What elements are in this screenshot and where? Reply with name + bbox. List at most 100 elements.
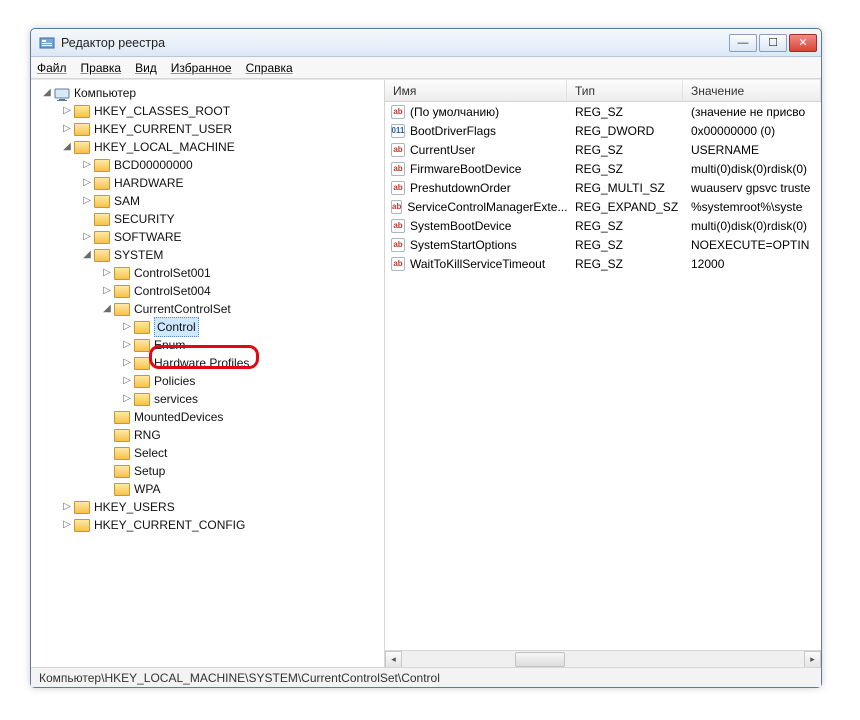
- value-list-pane: Имя Тип Значение ab(По умолчанию)REG_SZ(…: [385, 80, 821, 667]
- scroll-left-button[interactable]: ◂: [385, 651, 402, 667]
- tree-select[interactable]: ▷Select: [33, 444, 382, 462]
- value-row[interactable]: ab WaitToKillServiceTimeout REG_SZ12000: [385, 254, 821, 273]
- value-row[interactable]: abServiceControlManagerExte...REG_EXPAND…: [385, 197, 821, 216]
- tree-security[interactable]: ▷SECURITY: [33, 210, 382, 228]
- value-row[interactable]: abSystemBootDeviceREG_SZmulti(0)disk(0)r…: [385, 216, 821, 235]
- column-headers[interactable]: Имя Тип Значение: [385, 80, 821, 102]
- tree-enum[interactable]: ▷Enum: [33, 336, 382, 354]
- minimize-button[interactable]: —: [729, 34, 757, 52]
- value-data: %systemroot%\syste: [683, 200, 821, 214]
- tree-root[interactable]: ◢ Компьютер: [33, 84, 382, 102]
- tree-hklm[interactable]: ◢HKEY_LOCAL_MACHINE: [33, 138, 382, 156]
- horizontal-scrollbar[interactable]: ◂ ▸: [385, 650, 821, 667]
- tree-rng[interactable]: ▷RNG: [33, 426, 382, 444]
- value-data: (значение не присво: [683, 105, 821, 119]
- registry-editor-window: Редактор реестра — ☐ ✕ Файл Правка Вид И…: [30, 28, 822, 688]
- folder-icon: [94, 177, 110, 190]
- tree-policies[interactable]: ▷Policies: [33, 372, 382, 390]
- folder-icon: [74, 105, 90, 118]
- tree-mounteddevices[interactable]: ▷MountedDevices: [33, 408, 382, 426]
- value-name: WaitToKillServiceTimeout: [410, 257, 545, 271]
- close-button[interactable]: ✕: [789, 34, 817, 52]
- tree-hkcu[interactable]: ▷HKEY_CURRENT_USER: [33, 120, 382, 138]
- menu-bar: Файл Правка Вид Избранное Справка: [31, 57, 821, 79]
- col-type[interactable]: Тип: [567, 80, 683, 101]
- folder-icon: [114, 447, 130, 460]
- value-data: multi(0)disk(0)rdisk(0): [683, 162, 821, 176]
- folder-icon: [94, 231, 110, 244]
- value-rows[interactable]: ab(По умолчанию)REG_SZ(значение не присв…: [385, 102, 821, 650]
- folder-icon: [74, 123, 90, 136]
- folder-icon: [114, 285, 130, 298]
- value-name: CurrentUser: [410, 143, 475, 157]
- value-data: wuauserv gpsvc truste: [683, 181, 821, 195]
- value-name: ServiceControlManagerExte...: [407, 200, 567, 214]
- value-name: BootDriverFlags: [410, 124, 496, 138]
- col-name[interactable]: Имя: [385, 80, 567, 101]
- value-data: 12000: [683, 257, 821, 271]
- string-value-icon: ab: [391, 105, 405, 119]
- folder-icon: [134, 393, 150, 406]
- tree-bcd[interactable]: ▷BCD00000000: [33, 156, 382, 174]
- tree-hardware[interactable]: ▷HARDWARE: [33, 174, 382, 192]
- menu-favorites[interactable]: Избранное: [171, 61, 232, 75]
- string-value-icon: ab: [391, 219, 405, 233]
- tree-services[interactable]: ▷services: [33, 390, 382, 408]
- scroll-thumb[interactable]: [515, 652, 565, 667]
- tree-hku[interactable]: ▷HKEY_USERS: [33, 498, 382, 516]
- string-value-icon: ab: [391, 257, 405, 271]
- tree-sam[interactable]: ▷SAM: [33, 192, 382, 210]
- value-name: FirmwareBootDevice: [410, 162, 521, 176]
- value-type: REG_SZ: [567, 257, 683, 271]
- tree-setup[interactable]: ▷Setup: [33, 462, 382, 480]
- folder-icon: [114, 429, 130, 442]
- tree-hardware-profiles[interactable]: ▷Hardware Profiles: [33, 354, 382, 372]
- folder-icon: [134, 339, 150, 352]
- value-row[interactable]: abPreshutdownOrderREG_MULTI_SZwuauserv g…: [385, 178, 821, 197]
- tree-wpa[interactable]: ▷WPA: [33, 480, 382, 498]
- tree-control[interactable]: ▷Control: [33, 318, 382, 336]
- tree-system[interactable]: ◢SYSTEM: [33, 246, 382, 264]
- tree-hkcr[interactable]: ▷HKEY_CLASSES_ROOT: [33, 102, 382, 120]
- scroll-right-button[interactable]: ▸: [804, 651, 821, 667]
- folder-icon: [134, 375, 150, 388]
- value-data: 0x00000000 (0): [683, 124, 821, 138]
- status-bar: Компьютер\HKEY_LOCAL_MACHINE\SYSTEM\Curr…: [31, 667, 821, 687]
- folder-icon: [134, 321, 150, 334]
- folder-icon: [114, 267, 130, 280]
- menu-file[interactable]: Файл: [37, 61, 67, 75]
- tree-currentcontrolset[interactable]: ◢CurrentControlSet: [33, 300, 382, 318]
- menu-view[interactable]: Вид: [135, 61, 157, 75]
- value-type: REG_SZ: [567, 105, 683, 119]
- tree-hkcc[interactable]: ▷HKEY_CURRENT_CONFIG: [33, 516, 382, 534]
- value-row[interactable]: abFirmwareBootDeviceREG_SZmulti(0)disk(0…: [385, 159, 821, 178]
- value-row[interactable]: abCurrentUserREG_SZUSERNAME: [385, 140, 821, 159]
- value-type: REG_EXPAND_SZ: [567, 200, 683, 214]
- title-bar[interactable]: Редактор реестра — ☐ ✕: [31, 29, 821, 57]
- menu-help[interactable]: Справка: [246, 61, 293, 75]
- folder-icon: [134, 357, 150, 370]
- value-name: SystemStartOptions: [410, 238, 517, 252]
- value-name: PreshutdownOrder: [410, 181, 511, 195]
- value-type: REG_SZ: [567, 238, 683, 252]
- tree-cs004[interactable]: ▷ControlSet004: [33, 282, 382, 300]
- status-path: Компьютер\HKEY_LOCAL_MACHINE\SYSTEM\Curr…: [39, 671, 440, 685]
- string-value-icon: ab: [391, 238, 405, 252]
- folder-icon: [74, 519, 90, 532]
- menu-edit[interactable]: Правка: [81, 61, 122, 75]
- value-name: SystemBootDevice: [410, 219, 511, 233]
- app-icon: [39, 35, 55, 51]
- registry-tree[interactable]: ◢ Компьютер ▷HKEY_CLASSES_ROOT ▷HKEY_CUR…: [31, 80, 385, 667]
- value-row[interactable]: abSystemStartOptionsREG_SZ NOEXECUTE=OPT…: [385, 235, 821, 254]
- col-value[interactable]: Значение: [683, 80, 821, 101]
- binary-value-icon: 011: [391, 124, 405, 138]
- tree-cs001[interactable]: ▷ControlSet001: [33, 264, 382, 282]
- folder-icon: [74, 501, 90, 514]
- value-type: REG_DWORD: [567, 124, 683, 138]
- value-row[interactable]: 011 BootDriverFlags REG_DWORD0x00000000 (0…: [385, 121, 821, 140]
- maximize-button[interactable]: ☐: [759, 34, 787, 52]
- value-row[interactable]: ab(По умолчанию)REG_SZ(значение не присв…: [385, 102, 821, 121]
- folder-icon: [114, 465, 130, 478]
- tree-software[interactable]: ▷SOFTWARE: [33, 228, 382, 246]
- string-value-icon: ab: [391, 143, 405, 157]
